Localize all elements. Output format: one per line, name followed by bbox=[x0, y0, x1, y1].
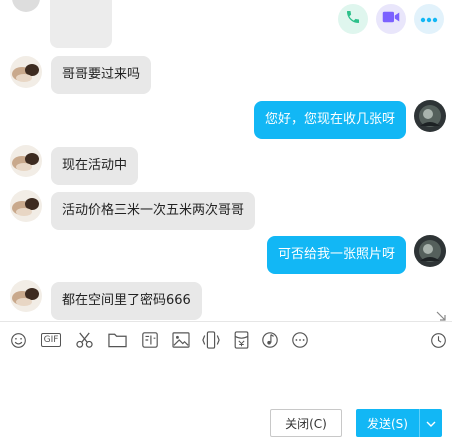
contact-avatar[interactable] bbox=[10, 56, 42, 88]
sticker-icon[interactable] bbox=[140, 328, 160, 352]
folder-icon[interactable] bbox=[107, 328, 127, 352]
send-button-group: 发送(S) bbox=[356, 409, 442, 437]
contact-avatar[interactable] bbox=[10, 145, 42, 177]
message-bubble-incoming: 哥哥要过来吗 bbox=[51, 56, 152, 94]
gif-icon[interactable]: GIF bbox=[38, 328, 64, 352]
voice-call-button[interactable] bbox=[338, 4, 368, 34]
more-icon[interactable] bbox=[290, 328, 310, 352]
chevron-down-icon bbox=[426, 416, 436, 430]
music-icon[interactable] bbox=[260, 328, 280, 352]
message-bubble-outgoing: 您好，您现在收几张呀 bbox=[253, 101, 406, 139]
chat-history[interactable]: 哥哥要过来吗 您好，您现在收几张呀 现在活动中 活动价格三米一次五米两次哥哥 可… bbox=[0, 0, 452, 322]
emoji-icon[interactable] bbox=[8, 328, 28, 352]
my-avatar[interactable] bbox=[414, 100, 446, 132]
phone-icon bbox=[345, 9, 361, 29]
more-options-button[interactable] bbox=[414, 4, 444, 34]
send-options-button[interactable] bbox=[420, 409, 442, 437]
more-dots-icon bbox=[420, 12, 438, 27]
video-call-button[interactable] bbox=[376, 4, 406, 34]
image-icon[interactable] bbox=[171, 328, 191, 352]
header-actions bbox=[338, 4, 444, 38]
message-bubble-outgoing: 可否给我一张照片呀 bbox=[266, 236, 406, 274]
avatar[interactable] bbox=[12, 0, 40, 12]
message-bubble-incoming: 都在空间里了密码666 bbox=[51, 282, 202, 320]
video-camera-icon bbox=[382, 10, 400, 28]
contact-avatar[interactable] bbox=[10, 190, 42, 222]
history-clock-icon[interactable] bbox=[428, 328, 448, 352]
message-bubble-incoming: 活动价格三米一次五米两次哥哥 bbox=[51, 192, 256, 230]
message-input[interactable] bbox=[8, 358, 444, 402]
send-button[interactable]: 发送(S) bbox=[356, 409, 419, 437]
shake-icon[interactable] bbox=[201, 328, 221, 352]
input-toolbar: GIF bbox=[0, 326, 452, 354]
message-bubble-partial bbox=[50, 0, 112, 48]
close-button[interactable]: 关闭(C) bbox=[270, 409, 342, 437]
contact-avatar[interactable] bbox=[10, 280, 42, 312]
my-avatar[interactable] bbox=[414, 235, 446, 267]
message-bubble-incoming: 现在活动中 bbox=[51, 147, 139, 185]
red-packet-icon[interactable] bbox=[231, 328, 251, 352]
scissors-icon[interactable] bbox=[74, 328, 94, 352]
divider bbox=[0, 321, 452, 322]
